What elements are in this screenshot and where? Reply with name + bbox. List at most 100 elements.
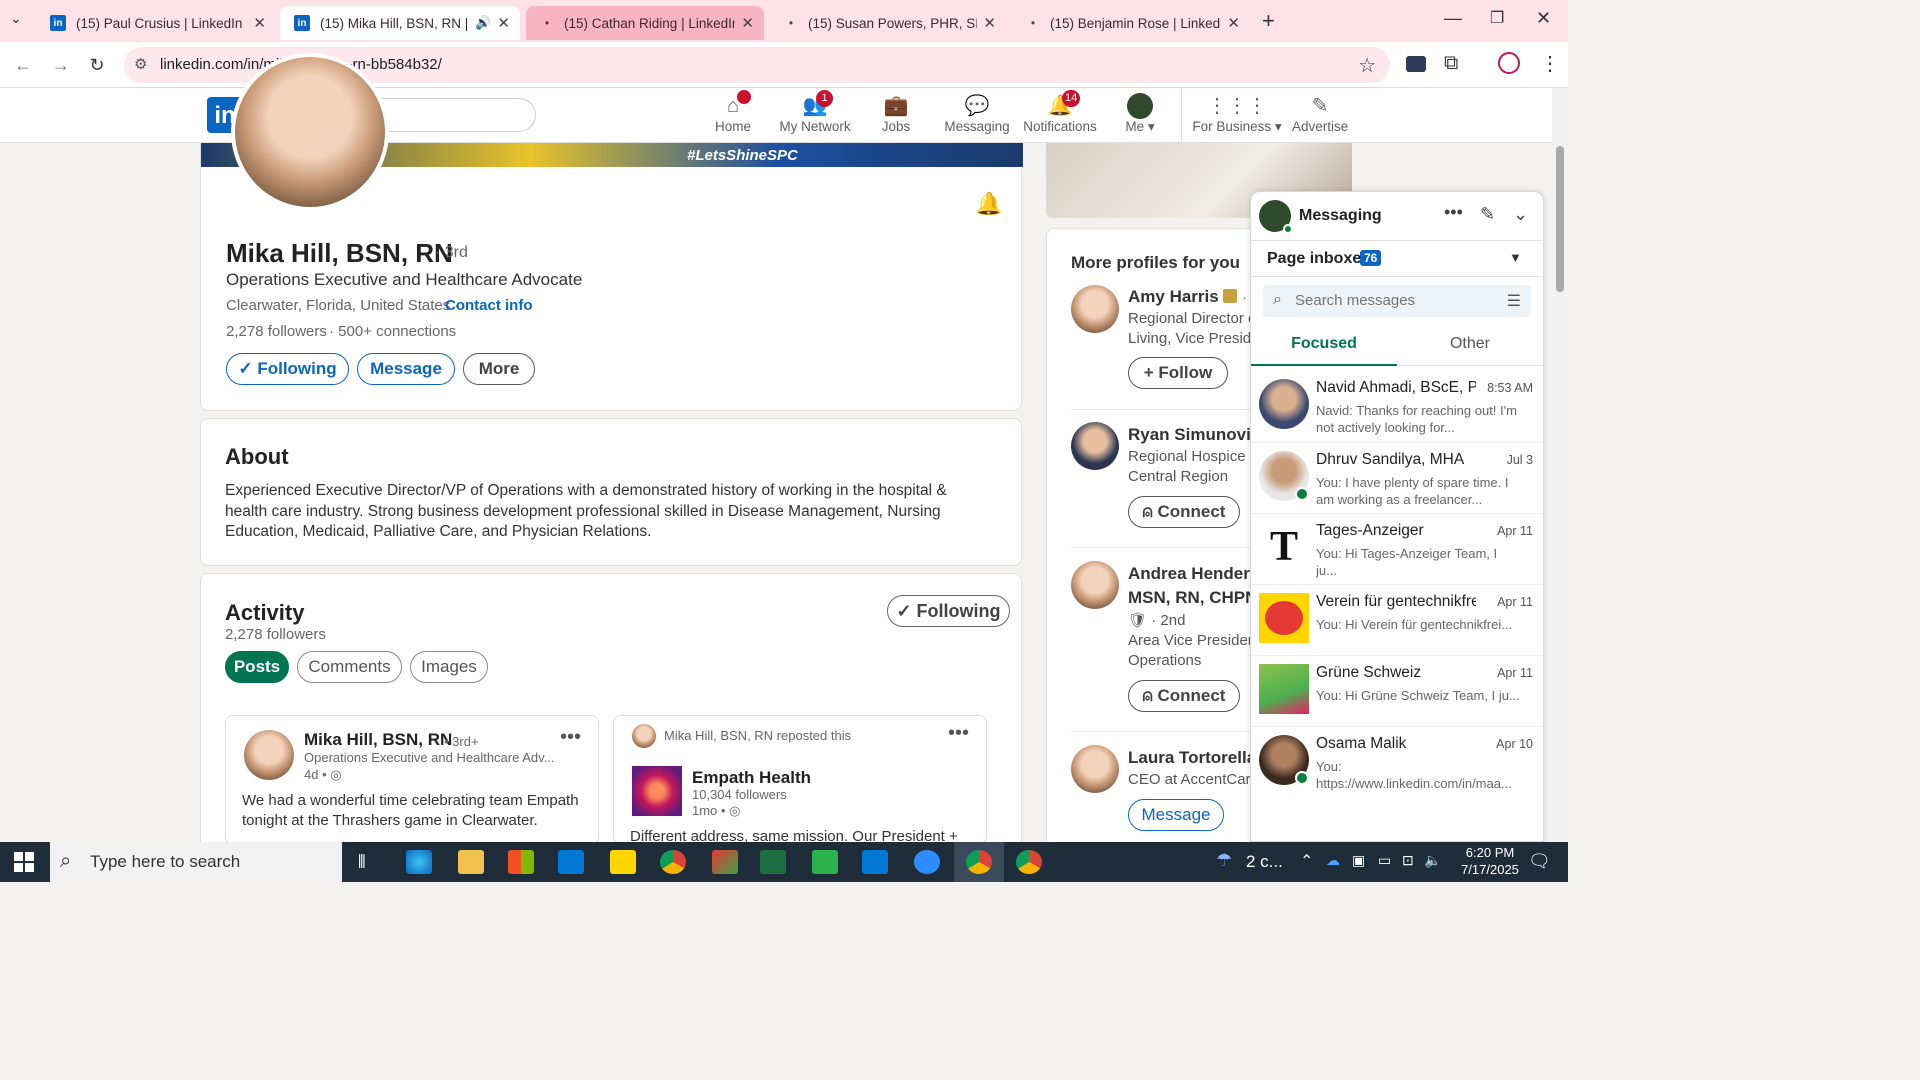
post-card[interactable]: Mika Hill, BSN, RN • 3rd+ Operations Exe… [225,715,599,845]
conversation-item[interactable]: Verein für gentechnikfrei... Apr 11 You:… [1251,584,1543,656]
post-org[interactable]: Empath Health [692,768,811,788]
nav-notifications[interactable]: 🔔 14 Notifications [1022,90,1098,134]
message-button[interactable]: Message [357,353,455,385]
browser-tab-2[interactable]: in (15) Mika Hill, BSN, RN | Lin 🔊 ✕ [280,6,520,40]
close-icon[interactable]: ✕ [983,14,996,32]
clock[interactable]: 6:20 PM 7/17/2025 [1456,844,1524,878]
notification-center-icon[interactable]: 🗨 [1528,851,1551,872]
extension-icon[interactable] [1406,56,1426,72]
browser-tab-5[interactable]: • (15) Benjamin Rose | LinkedIn ✕ [1012,6,1250,40]
tab-images[interactable]: Images [410,651,488,683]
file-explorer-icon[interactable] [458,850,484,874]
connect-button[interactable]: ⍝ Connect [1128,496,1240,528]
person-name[interactable]: Amy Harris · 2n [1128,287,1266,307]
tray-icon[interactable]: ▣ [1352,852,1365,869]
contact-info-link[interactable]: Contact info [445,297,533,314]
avatar[interactable] [1071,422,1119,470]
close-icon[interactable]: ✕ [1227,14,1240,32]
more-options-icon[interactable]: ••• [560,726,581,749]
network-icon[interactable]: ⊡ [1402,852,1414,869]
outlook-icon[interactable] [862,850,888,874]
nav-home[interactable]: ⌂ Home [712,90,754,134]
chrome-icon[interactable] [1016,850,1042,874]
weather-icon[interactable]: ☂ [1216,850,1232,871]
profile-icon[interactable] [1498,52,1520,74]
back-icon[interactable]: ← [10,52,36,78]
connections-count[interactable]: · 500+ connections [329,323,456,340]
tab-comments[interactable]: Comments [297,651,402,683]
follow-button[interactable]: + Follow [1128,357,1228,389]
more-button[interactable]: More [463,353,535,385]
page-inboxes-label[interactable]: Page inboxes [1267,250,1370,268]
following-button[interactable]: ✓ Following [226,353,349,385]
more-options-icon[interactable]: ••• [948,722,969,745]
nav-me[interactable]: Me ▾ [1120,93,1160,135]
browser-menu-icon[interactable]: ⋮ [1540,51,1560,76]
messaging-title[interactable]: Messaging [1299,207,1382,225]
edge-icon[interactable] [406,850,432,874]
filter-icon[interactable]: ☰ [1507,291,1521,311]
conversation-item[interactable]: Navid Ahmadi, BScE, P... 8:53 AM Navid: … [1251,371,1543,443]
store-icon[interactable] [508,850,534,874]
chrome-icon[interactable] [660,850,686,874]
restore-icon[interactable]: ❐ [1490,8,1504,28]
close-icon[interactable]: ✕ [497,14,510,32]
bell-icon[interactable]: 🔔 [975,191,1002,217]
profile-photo[interactable] [231,53,389,211]
window-close-icon[interactable]: ✕ [1536,8,1551,29]
close-icon[interactable]: ✕ [253,14,266,32]
forward-icon[interactable]: → [48,52,74,78]
volume-icon[interactable]: 🔈 [1424,852,1441,869]
task-view-icon[interactable]: ⫴ [358,852,366,873]
chevron-up-icon[interactable]: ⌃ [1300,851,1313,871]
post-author[interactable]: Mika Hill, BSN, RN [304,730,452,750]
taskbar-active-app[interactable] [954,842,1004,882]
tab-focused[interactable]: Focused [1251,328,1397,366]
conversation-item[interactable]: Dhruv Sandilya, MHA Jul 3 You: I have pl… [1251,442,1543,514]
compose-icon[interactable]: ✎ [1480,204,1495,225]
nav-my-network[interactable]: 👥 1 My Network [778,90,852,134]
speaker-icon[interactable]: 🔊 [475,15,491,31]
avatar[interactable] [1071,285,1119,333]
battery-icon[interactable]: ▭ [1378,852,1391,869]
tab-search-icon[interactable]: ⌄ [10,10,22,27]
browser-tab-3[interactable]: • (15) Cathan Riding | LinkedIn ✕ [526,6,764,40]
person-name[interactable]: Laura Tortorella [1128,748,1256,768]
page-scrollbar[interactable] [1552,88,1568,842]
mail-icon[interactable] [558,850,584,874]
site-info-icon[interactable]: ⚙ [134,55,147,73]
app-icon[interactable] [812,850,838,874]
scrollbar-thumb[interactable] [1556,146,1564,292]
conversation-item[interactable]: Osama Malik Apr 10 You: https://www.link… [1251,726,1543,798]
tab-posts[interactable]: Posts [225,651,289,683]
conversation-item[interactable]: T Tages-Anzeiger Apr 11 You: Hi Tages-An… [1251,513,1543,585]
sticky-notes-icon[interactable] [610,850,636,874]
avatar[interactable] [1071,745,1119,793]
taskbar-search[interactable]: ⌕ Type here to search [50,842,342,882]
avatar[interactable] [1071,561,1119,609]
connect-button[interactable]: ⍝ Connect [1128,680,1240,712]
zoom-icon[interactable] [914,850,940,874]
minimize-icon[interactable]: — [1444,8,1462,29]
more-options-icon[interactable]: ••• [1444,202,1463,223]
onedrive-icon[interactable]: ☁ [1326,852,1340,869]
nav-advertise[interactable]: ✎ Advertise [1292,93,1348,134]
message-search[interactable]: ⌕ ☰ [1263,285,1531,317]
nav-messaging[interactable]: 💬 Messaging [944,93,1010,134]
message-button[interactable]: Message [1128,799,1224,831]
nav-jobs[interactable]: 💼 Jobs [876,93,916,134]
new-tab-icon[interactable]: + [1262,8,1275,34]
chevron-down-icon[interactable]: ⌄ [1513,204,1528,225]
post-card[interactable]: Mika Hill, BSN, RN reposted this ••• Emp… [613,715,987,845]
message-search-input[interactable] [1295,292,1485,309]
tab-other[interactable]: Other [1397,328,1543,366]
app-icon[interactable] [712,850,738,874]
extensions-puzzle-icon[interactable]: ⧉ [1444,52,1458,75]
browser-tab-1[interactable]: in (15) Paul Crusius | LinkedIn ✕ [36,6,276,40]
conversation-item[interactable]: Grüne Schweiz Apr 11 You: Hi Grüne Schwe… [1251,655,1543,727]
nav-for-business[interactable]: ⋮⋮⋮ For Business ▾ [1192,93,1282,135]
reload-icon[interactable]: ↻ [84,52,110,78]
browser-tab-4[interactable]: • (15) Susan Powers, PHR, SHRM- ✕ [770,6,1006,40]
bookmark-star-icon[interactable]: ☆ [1358,53,1376,78]
windows-start-icon[interactable] [14,852,34,872]
